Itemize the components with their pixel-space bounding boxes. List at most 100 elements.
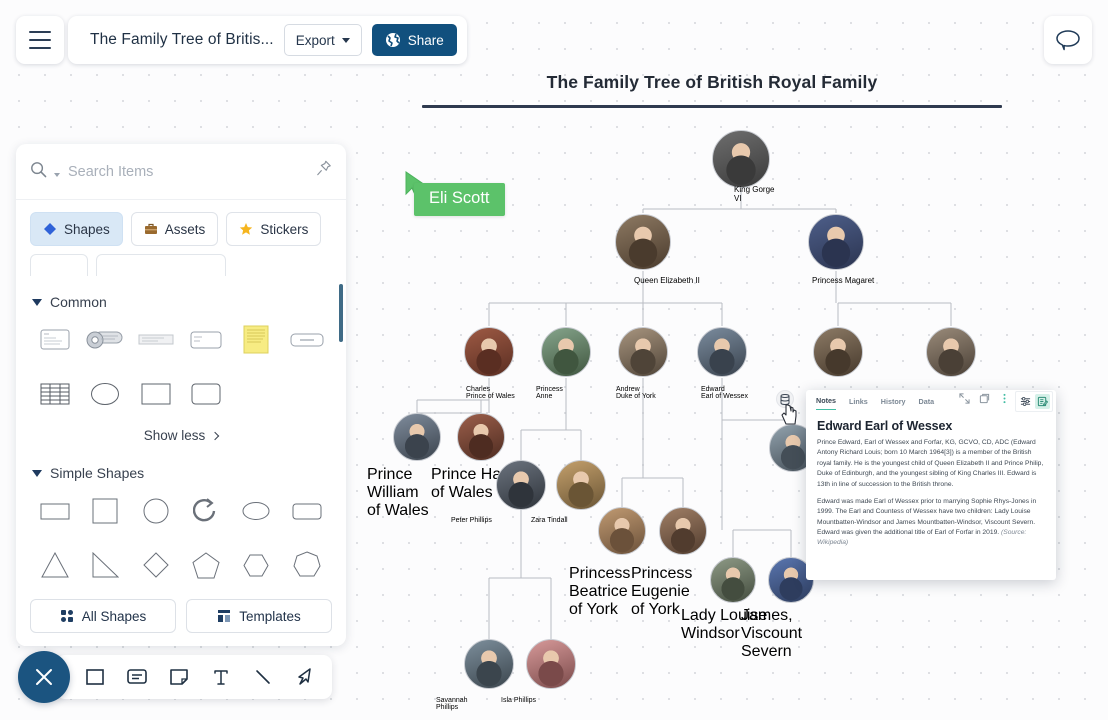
panel-scrollbar[interactable] [339, 284, 343, 342]
tree-node-beatrice[interactable] [598, 507, 646, 555]
pin-icon[interactable] [316, 160, 332, 181]
search-input[interactable] [68, 163, 332, 180]
comments-button[interactable] [1044, 16, 1092, 64]
section-header-simple-shapes[interactable]: Simple Shapes [16, 457, 346, 491]
tree-node-zara[interactable] [556, 460, 606, 510]
tab-shapes[interactable]: Shapes [30, 212, 123, 246]
tree-node-savannah[interactable] [464, 639, 514, 689]
templates-button[interactable]: Templates [186, 599, 332, 633]
duplicate-icon[interactable] [979, 393, 990, 404]
show-less-toggle[interactable]: Show less [16, 418, 346, 457]
popup-tab-history[interactable]: History [881, 397, 906, 410]
shape-rounded-bar-icon[interactable] [282, 320, 332, 360]
tree-node-photo-margchild1 [813, 327, 863, 377]
tree-node-photo-margchild2 [926, 327, 976, 377]
tree-node-isla[interactable] [526, 639, 576, 689]
tree-node-edward[interactable] [697, 327, 747, 377]
simple-right-triangle-icon[interactable] [80, 545, 130, 585]
simple-diamond-icon[interactable] [131, 545, 181, 585]
popup-tab-links[interactable]: Links [849, 397, 868, 410]
tree-node-label-line: James, Viscount [741, 607, 803, 642]
tab-stickers-label: Stickers [260, 221, 309, 237]
subcategory-pill-1[interactable] [30, 254, 88, 276]
tree-node-photo-margaret [808, 214, 864, 270]
share-button[interactable]: Share [371, 24, 457, 56]
shape-ellipse-icon[interactable] [80, 374, 130, 414]
simple-rounded-rectangle-icon[interactable] [282, 491, 332, 531]
tree-node-photo-william [393, 413, 441, 461]
shape-banner-icon[interactable] [131, 320, 181, 360]
tree-node-label-line: Queen Elizabeth II [634, 276, 700, 285]
popup-tab-data[interactable]: Data [919, 397, 935, 410]
shapes-scroll-area[interactable]: Common Show less Simple Shapes All Shape… [16, 276, 346, 646]
search-row[interactable] [16, 144, 346, 200]
popup-right-toolbar [1015, 391, 1053, 412]
tree-node-andrew[interactable] [618, 327, 668, 377]
tree-node-eugenie[interactable] [659, 507, 707, 555]
tree-node-photo-beatrice [598, 507, 646, 555]
text-tool-icon[interactable] [208, 664, 234, 690]
tree-node-margchild1[interactable] [813, 327, 863, 377]
tree-node-label-line: Phillips [436, 704, 459, 711]
simple-triangle-icon[interactable] [30, 545, 80, 585]
simple-ellipse-icon[interactable] [231, 491, 281, 531]
popup-tab-notes[interactable]: Notes [816, 396, 836, 410]
simple-pentagon-icon[interactable] [181, 545, 231, 585]
tree-node-margaret[interactable] [808, 214, 864, 270]
tree-node-photo-eugenie [659, 507, 707, 555]
simple-square-icon[interactable] [80, 491, 130, 531]
edit-note-icon[interactable] [1035, 394, 1050, 409]
chevron-down-icon [32, 298, 42, 306]
rectangle-tool-icon[interactable] [82, 664, 108, 690]
simple-heptagon-icon[interactable] [282, 545, 332, 585]
section-header-common[interactable]: Common [16, 286, 346, 320]
shape-rectangle-icon[interactable] [131, 374, 181, 414]
tree-node-label-isla: Isla Phillips [501, 697, 601, 704]
node-data-badge[interactable] [776, 390, 797, 425]
shape-table-grid-icon[interactable] [30, 374, 80, 414]
tree-node-photo-edward [697, 327, 747, 377]
tree-node-photo-harry [457, 413, 505, 461]
document-title[interactable]: The Family Tree of Britis... [90, 31, 274, 49]
shapes-panel[interactable]: Shapes Assets Stickers Common [16, 144, 346, 646]
simple-hexagon-icon[interactable] [231, 545, 281, 585]
tree-node-charles[interactable] [464, 327, 514, 377]
shape-sticky-note-icon[interactable] [231, 320, 281, 360]
shape-note-card-icon[interactable] [30, 320, 80, 360]
menu-button[interactable] [16, 16, 64, 64]
tab-assets[interactable]: Assets [130, 212, 219, 246]
all-shapes-button[interactable]: All Shapes [30, 599, 176, 633]
simple-shapes-grid [16, 491, 346, 589]
simple-circle-icon[interactable] [131, 491, 181, 531]
expand-icon[interactable] [959, 393, 970, 404]
pen-tool-icon[interactable] [292, 664, 318, 690]
shape-small-card-icon[interactable] [181, 320, 231, 360]
shape-tag-label-icon[interactable] [80, 320, 130, 360]
tree-node-elizabeth[interactable] [615, 214, 671, 270]
line-tool-icon[interactable] [250, 664, 276, 690]
sticky-note-tool-icon[interactable] [166, 664, 192, 690]
search-filter-caret-icon[interactable] [54, 172, 60, 177]
tab-stickers[interactable]: Stickers [226, 212, 322, 246]
simple-rectangle-icon[interactable] [30, 491, 80, 531]
export-button[interactable]: Export [283, 24, 362, 56]
tree-node-anne[interactable] [541, 327, 591, 377]
shape-rounded-rectangle-icon[interactable] [181, 374, 231, 414]
chevron-right-icon [211, 431, 220, 440]
sliders-icon[interactable] [1018, 394, 1033, 409]
tree-node-george6[interactable] [712, 130, 770, 188]
tree-node-william[interactable] [393, 413, 441, 461]
tree-node-louise[interactable] [710, 557, 756, 603]
node-details-popup[interactable]: Notes Links History Data Edward Earl of … [806, 390, 1056, 580]
tree-node-label-elizabeth: Queen Elizabeth II [634, 276, 734, 285]
subcategory-pill-2[interactable] [96, 254, 226, 276]
more-vertical-icon[interactable] [999, 393, 1010, 404]
tree-node-margchild2[interactable] [926, 327, 976, 377]
simple-arc-icon[interactable] [181, 491, 231, 531]
tree-node-label-george6: King Gorge VI [734, 185, 834, 203]
close-panel-button[interactable] [18, 651, 70, 703]
card-tool-icon[interactable] [124, 664, 150, 690]
tree-node-peter[interactable] [496, 460, 546, 510]
tree-node-label-line: Princess Magaret [812, 276, 875, 285]
tree-node-harry[interactable] [457, 413, 505, 461]
